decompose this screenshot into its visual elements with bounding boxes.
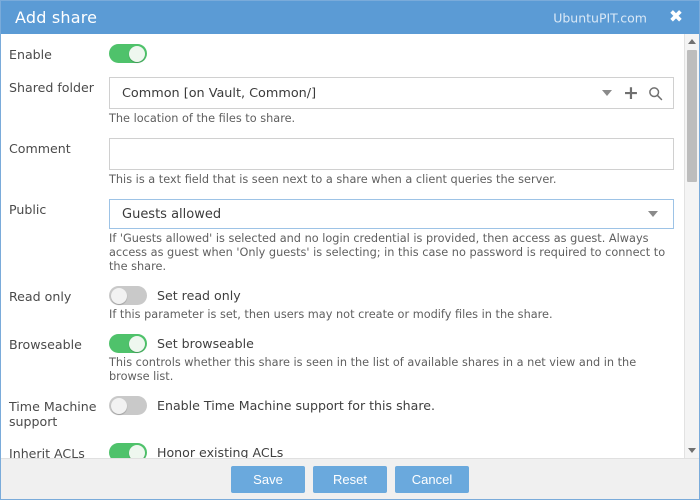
form-scrollbar[interactable]	[684, 34, 699, 458]
form-row-enable: Enable	[1, 44, 684, 63]
public-select[interactable]: Guests allowed	[109, 199, 674, 229]
row-field-browseable: Set browseable This controls whether thi…	[109, 334, 674, 384]
add-share-dialog: Add share UbuntuPIT.com ✖ Enable Shared …	[0, 0, 700, 500]
form-row-time-machine: Time Machine support Enable Time Machine…	[1, 396, 684, 429]
brand-watermark: UbuntuPIT.com	[553, 10, 647, 25]
read-only-hint: If this parameter is set, then users may…	[109, 308, 553, 321]
public-value: Guests allowed	[122, 206, 222, 222]
scrollbar-thumb[interactable]	[687, 50, 697, 182]
toggle-knob	[129, 335, 145, 352]
form-row-comment: Comment This is a text field that is see…	[1, 138, 684, 187]
inherit-acls-toggle[interactable]	[109, 443, 147, 458]
row-label-read-only: Read only	[9, 289, 72, 304]
save-button[interactable]: Save	[231, 465, 305, 493]
row-field-enable	[109, 44, 674, 63]
row-field-inherit-acls: Honor existing ACLs This parameter can b…	[109, 443, 674, 458]
close-icon[interactable]: ✖	[665, 7, 687, 29]
public-hint: If 'Guests allowed' is selected and no l…	[109, 232, 666, 273]
shared-folder-select[interactable]: Common [on Vault, Common/] +	[109, 77, 674, 109]
row-field-public: Guests allowed If 'Guests allowed' is se…	[109, 199, 674, 274]
row-field-comment: This is a text field that is seen next t…	[109, 138, 674, 187]
row-field-read-only: Set read only If this parameter is set, …	[109, 286, 674, 322]
toggle-knob	[111, 397, 127, 414]
time-machine-caption: Enable Time Machine support for this sha…	[157, 398, 436, 413]
row-label-enable: Enable	[9, 47, 52, 62]
row-label-public: Public	[9, 202, 47, 217]
dialog-title: Add share	[15, 8, 98, 27]
row-label-time-machine: Time Machine support	[9, 399, 97, 429]
shared-folder-hint: The location of the files to share.	[109, 112, 296, 125]
toggle-knob	[111, 287, 127, 304]
row-label-inherit-acls: Inherit ACLs	[9, 446, 85, 458]
comment-input[interactable]	[109, 138, 674, 170]
row-label-comment: Comment	[9, 141, 71, 156]
read-only-caption: Set read only	[157, 288, 241, 303]
inherit-acls-caption: Honor existing ACLs	[157, 445, 284, 458]
search-icon[interactable]	[643, 81, 667, 105]
dialog-body: Enable Shared folder Common [on Vault, C…	[1, 34, 699, 458]
row-field-time-machine: Enable Time Machine support for this sha…	[109, 396, 674, 415]
row-label-shared-folder: Shared folder	[9, 80, 94, 95]
chevron-down-icon[interactable]	[595, 81, 619, 105]
triangle-down-icon[interactable]	[685, 443, 699, 458]
enable-toggle[interactable]	[109, 44, 147, 63]
dialog-titlebar: Add share UbuntuPIT.com ✖	[1, 1, 699, 34]
toggle-knob	[129, 45, 145, 62]
comment-hint: This is a text field that is seen next t…	[109, 173, 557, 186]
form-row-browseable: Browseable Set browseable This controls …	[1, 334, 684, 384]
row-field-shared-folder: Common [on Vault, Common/] + The locatio…	[109, 77, 674, 126]
triangle-up-icon[interactable]	[685, 34, 699, 49]
browseable-hint: This controls whether this share is seen…	[109, 356, 637, 383]
time-machine-toggle[interactable]	[109, 396, 147, 415]
form-row-public: Public Guests allowed If 'Guests allowed…	[1, 199, 684, 274]
form-row-read-only: Read only Set read only If this paramete…	[1, 286, 684, 322]
browseable-caption: Set browseable	[157, 336, 254, 351]
form-row-inherit-acls: Inherit ACLs Honor existing ACLs This pa…	[1, 443, 684, 458]
cancel-button[interactable]: Cancel	[395, 465, 469, 493]
read-only-toggle[interactable]	[109, 286, 147, 305]
browseable-toggle[interactable]	[109, 334, 147, 353]
reset-button[interactable]: Reset	[313, 465, 387, 493]
chevron-down-icon[interactable]	[641, 202, 665, 226]
share-form: Enable Shared folder Common [on Vault, C…	[1, 34, 684, 458]
plus-icon[interactable]: +	[619, 81, 643, 105]
row-label-browseable: Browseable	[9, 337, 82, 352]
toggle-knob	[129, 444, 145, 458]
dialog-footer: Save Reset Cancel	[1, 458, 699, 499]
form-row-shared-folder: Shared folder Common [on Vault, Common/]…	[1, 77, 684, 126]
shared-folder-value: Common [on Vault, Common/]	[122, 85, 317, 101]
